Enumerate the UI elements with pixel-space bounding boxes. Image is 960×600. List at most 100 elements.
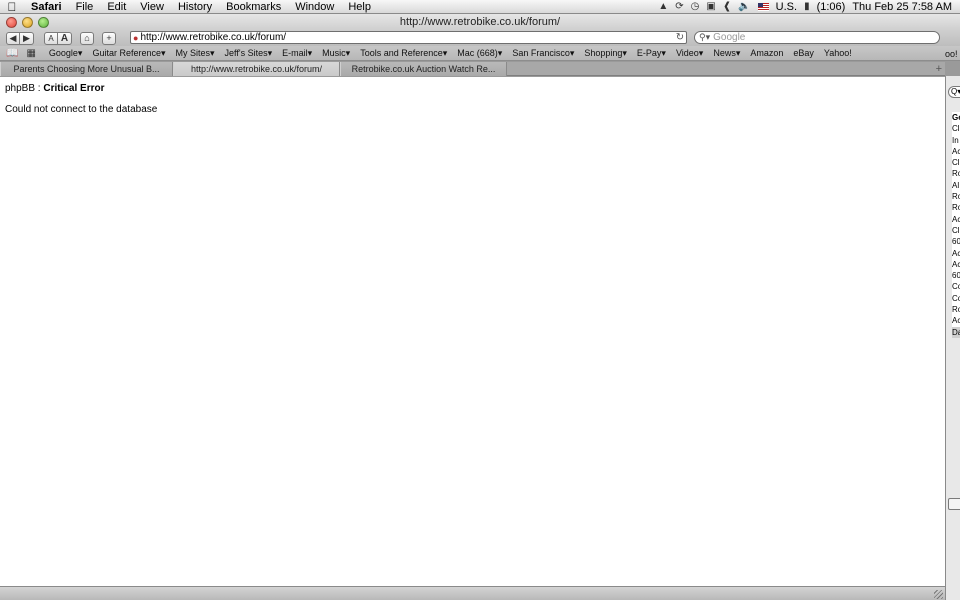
tab-label: http://www.retrobike.co.uk/forum/ [190, 64, 323, 74]
list-item[interactable]: Ac [952, 248, 960, 259]
list-item[interactable]: Cl [952, 157, 960, 168]
bookmark-google[interactable]: Google▾ [44, 48, 88, 59]
tab-auction-watch[interactable]: Retrobike.co.uk Auction Watch Re... [340, 62, 507, 76]
bookmark-ebay[interactable]: eBay [788, 48, 819, 58]
new-tab-plus-icon[interactable]: + [936, 62, 942, 76]
bookmarks-bar: 📖 ▦ Google▾ Guitar Reference▾ My Sites▾ … [0, 46, 960, 61]
search-field[interactable]: ⚲▾ Google [694, 31, 940, 44]
bookmark-tools-reference[interactable]: Tools and Reference▾ [355, 48, 452, 59]
address-bar[interactable]: ● http://www.retrobike.co.uk/forum/ ↻ [130, 31, 687, 44]
list-item[interactable]: 60 [952, 270, 960, 281]
status-bar [0, 586, 945, 600]
error-message: Could not connect to the database [5, 104, 158, 115]
bookmark-e-pay[interactable]: E-Pay▾ [632, 48, 671, 59]
menu-file[interactable]: File [69, 0, 101, 14]
apple-menu-icon[interactable]:  [0, 0, 24, 14]
list-item[interactable]: Ro [952, 191, 960, 202]
list-item[interactable]: Co [952, 293, 960, 304]
menu-window[interactable]: Window [288, 0, 341, 14]
list-item[interactable]: Ac [952, 146, 960, 157]
us-flag-icon[interactable] [757, 2, 769, 11]
heading-prefix: phpBB : [5, 83, 44, 94]
add-bookmark-button[interactable]: + [102, 31, 116, 45]
wifi-beacon-icon[interactable]: ▲ [658, 1, 668, 12]
close-window-button[interactable] [6, 16, 17, 28]
browser-toolbar: ◀ ▶ A A ⌂ + ● http://www.retrobike.co.uk… [0, 30, 960, 46]
list-item[interactable]: Cl [952, 225, 960, 236]
list-item[interactable]: Ac [952, 259, 960, 270]
bookmark-jeffs-sites[interactable]: Jeff's Sites▾ [220, 48, 278, 59]
home-button[interactable]: ⌂ [80, 31, 94, 45]
status-menus: ▲ ⟳ ◷ ▣ ❰ 🔈 U.S. ▮ (1:06) Thu Feb 25 7:5… [658, 1, 960, 13]
background-list: Ge Cl In Ac Cl Ro Al Ro Ro Ac Cl 60 Ac A… [952, 112, 960, 338]
list-item[interactable]: Ac [952, 315, 960, 326]
bookmark-email[interactable]: E-mail▾ [277, 48, 317, 59]
tab-retrobike-forum[interactable]: http://www.retrobike.co.uk/forum/ [173, 62, 340, 76]
menu-app-safari[interactable]: Safari [24, 0, 69, 14]
background-window-button[interactable] [948, 498, 960, 510]
page-content: phpBB : Critical Error Could not connect… [0, 77, 945, 586]
text-smaller-button[interactable]: A [44, 31, 58, 45]
bookmark-yahoo[interactable]: Yahoo! [819, 48, 857, 58]
tab-label: Parents Choosing More Unusual B... [13, 64, 160, 74]
display-icon[interactable]: ▣ [706, 1, 715, 12]
top-sites-grid-icon[interactable]: ▦ [26, 48, 35, 59]
battery-time[interactable]: (1:06) [817, 1, 846, 13]
list-item[interactable]: Cl [952, 123, 960, 134]
error-heading: phpBB : Critical Error [5, 83, 105, 94]
bookmarks-book-icon[interactable]: 📖 [6, 48, 18, 59]
list-item[interactable]: 60 [952, 236, 960, 247]
bookmark-my-sites[interactable]: My Sites▾ [171, 48, 220, 59]
menu-history[interactable]: History [171, 0, 219, 14]
bookmarks-overflow-text[interactable]: oo! [945, 49, 958, 59]
resize-grip-icon[interactable] [934, 590, 943, 599]
list-item[interactable]: Ro [952, 202, 960, 213]
bookmark-news[interactable]: News▾ [708, 48, 745, 59]
list-item[interactable]: Ac [952, 214, 960, 225]
bookmark-shopping[interactable]: Shopping▾ [579, 48, 632, 59]
menu-bookmarks[interactable]: Bookmarks [219, 0, 288, 14]
tab-parents-choosing[interactable]: Parents Choosing More Unusual B... [0, 62, 173, 76]
window-title: http://www.retrobike.co.uk/forum/ [399, 16, 561, 28]
bookmark-mac[interactable]: Mac (668)▾ [452, 48, 507, 59]
bookmark-video[interactable]: Video▾ [671, 48, 708, 59]
search-icon: ⚲▾ [699, 32, 711, 42]
minimize-window-button[interactable] [22, 16, 33, 28]
list-item[interactable]: In [952, 135, 960, 146]
sync-icon[interactable]: ⟳ [675, 1, 683, 12]
forward-button[interactable]: ▶ [20, 31, 34, 45]
list-item[interactable]: Co [952, 281, 960, 292]
menu-edit[interactable]: Edit [100, 0, 133, 14]
tab-label: Retrobike.co.uk Auction Watch Re... [351, 64, 496, 74]
bookmark-music[interactable]: Music▾ [317, 48, 355, 59]
list-item[interactable]: Ge [952, 112, 960, 123]
heading-critical-error: Critical Error [43, 83, 105, 94]
list-item[interactable]: Ro [952, 168, 960, 179]
back-button[interactable]: ◀ [6, 31, 20, 45]
background-window[interactable]: Q▾ Ge Cl In Ac Cl Ro Al Ro Ro Ac Cl 60 A… [945, 76, 960, 600]
bookmark-amazon[interactable]: Amazon [745, 48, 788, 58]
menu-clock[interactable]: Thu Feb 25 7:58 AM [852, 1, 952, 13]
battery-icon[interactable]: ▮ [804, 1, 810, 12]
background-search-field[interactable]: Q▾ [948, 86, 960, 98]
text-bigger-button[interactable]: A [58, 31, 72, 45]
list-item[interactable]: Al [952, 180, 960, 191]
bookmark-san-francisco[interactable]: San Francisco▾ [507, 48, 579, 59]
airport-wifi-icon[interactable]: ❰ [723, 1, 731, 12]
address-url-text[interactable]: http://www.retrobike.co.uk/forum/ [140, 32, 674, 43]
bookmark-guitar-reference[interactable]: Guitar Reference▾ [87, 48, 170, 59]
list-item[interactable]: Ro [952, 304, 960, 315]
menu-view[interactable]: View [133, 0, 171, 14]
zoom-window-button[interactable] [38, 16, 49, 28]
input-source-label[interactable]: U.S. [776, 1, 797, 13]
reload-icon[interactable]: ↻ [674, 32, 686, 43]
time-machine-icon[interactable]: ◷ [691, 1, 700, 12]
volume-icon[interactable]: 🔈 [738, 1, 750, 12]
tab-bar: Parents Choosing More Unusual B... http:… [0, 62, 945, 76]
site-favicon-icon: ● [133, 32, 139, 43]
list-item[interactable]: Da [952, 326, 960, 338]
search-placeholder[interactable]: Google [713, 32, 745, 43]
window-titlebar: http://www.retrobike.co.uk/forum/ [0, 14, 960, 30]
menu-bar:  Safari File Edit View History Bookmark… [0, 0, 960, 14]
menu-help[interactable]: Help [341, 0, 378, 14]
